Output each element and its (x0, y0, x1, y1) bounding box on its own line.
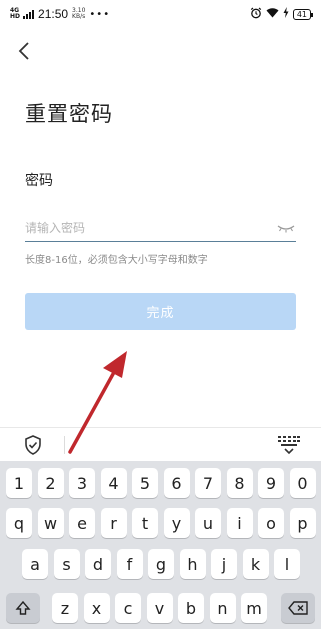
key-r[interactable]: r (100, 508, 127, 538)
key-h[interactable]: h (179, 549, 206, 579)
key-m[interactable]: m (241, 593, 267, 623)
status-right: 41 (250, 7, 314, 22)
key-l[interactable]: l (274, 549, 300, 579)
key-a[interactable]: a (22, 549, 48, 579)
key-n[interactable]: n (209, 593, 236, 623)
key-1[interactable]: 1 (6, 468, 32, 498)
key-o[interactable]: o (258, 508, 284, 538)
network-subtype: HD (10, 13, 21, 20)
shift-key[interactable] (6, 593, 40, 623)
key-s[interactable]: s (53, 549, 80, 579)
speed-unit: KB/s (72, 13, 86, 20)
page-title: 重置密码 (25, 102, 113, 126)
key-8[interactable]: 8 (226, 468, 253, 498)
key-j[interactable]: j (211, 549, 237, 579)
keyboard-toolbar (0, 427, 321, 461)
done-button[interactable]: 完成 (25, 293, 296, 330)
password-label: 密码 (25, 173, 53, 189)
key-y[interactable]: y (163, 508, 190, 538)
toolbar-divider (64, 436, 65, 454)
key-p[interactable]: p (289, 508, 316, 538)
key-0[interactable]: 0 (289, 468, 316, 498)
backspace-icon (288, 601, 308, 615)
letter-row-2: asdfghjkl (0, 549, 321, 581)
key-i[interactable]: i (226, 508, 253, 538)
password-hint: 长度8-16位，必须包含大小写字母和数字 (25, 255, 208, 266)
keyboard-collapse-icon[interactable] (276, 434, 302, 456)
key-6[interactable]: 6 (163, 468, 190, 498)
back-button[interactable] (14, 40, 34, 62)
key-x[interactable]: x (83, 593, 110, 623)
number-row: 1234567890 (0, 468, 321, 500)
key-g[interactable]: g (148, 549, 174, 579)
key-9[interactable]: 9 (258, 468, 284, 498)
wifi-icon (266, 7, 279, 21)
alarm-icon (250, 7, 262, 22)
key-f[interactable]: f (116, 549, 143, 579)
key-7[interactable]: 7 (195, 468, 221, 498)
backspace-key[interactable] (281, 593, 315, 623)
key-d[interactable]: d (85, 549, 111, 579)
key-w[interactable]: w (37, 508, 64, 538)
charging-icon (283, 7, 289, 21)
key-q[interactable]: q (6, 508, 32, 538)
password-input[interactable] (25, 220, 276, 235)
password-field-row (25, 214, 296, 242)
battery-icon: 41 (292, 8, 314, 20)
keyboard: 1234567890 qwertyuiop asdfghjkl zxcvbnm (0, 461, 321, 629)
letter-row-3: zxcvbnm (0, 593, 321, 625)
eye-closed-icon[interactable] (276, 221, 296, 235)
chevron-left-icon (18, 42, 29, 60)
more-notifications-icon: ••• (89, 8, 111, 20)
shift-icon (15, 600, 31, 615)
key-5[interactable]: 5 (132, 468, 158, 498)
key-c[interactable]: c (115, 593, 141, 623)
signal-icon (23, 9, 35, 19)
status-time: 21:50 (38, 7, 69, 21)
status-bar: 4G HD 21:50 3.10 KB/s ••• 41 (0, 0, 321, 28)
network-indicator: 4G HD (10, 8, 20, 20)
key-3[interactable]: 3 (69, 468, 95, 498)
key-b[interactable]: b (178, 593, 204, 623)
key-e[interactable]: e (69, 508, 95, 538)
key-2[interactable]: 2 (37, 468, 64, 498)
key-4[interactable]: 4 (100, 468, 127, 498)
key-t[interactable]: t (132, 508, 158, 538)
key-v[interactable]: v (146, 593, 173, 623)
network-speed: 3.10 KB/s (72, 8, 85, 20)
shield-check-icon[interactable] (22, 434, 44, 456)
key-k[interactable]: k (242, 549, 269, 579)
key-z[interactable]: z (52, 593, 78, 623)
letter-row-1: qwertyuiop (0, 508, 321, 540)
key-u[interactable]: u (195, 508, 221, 538)
